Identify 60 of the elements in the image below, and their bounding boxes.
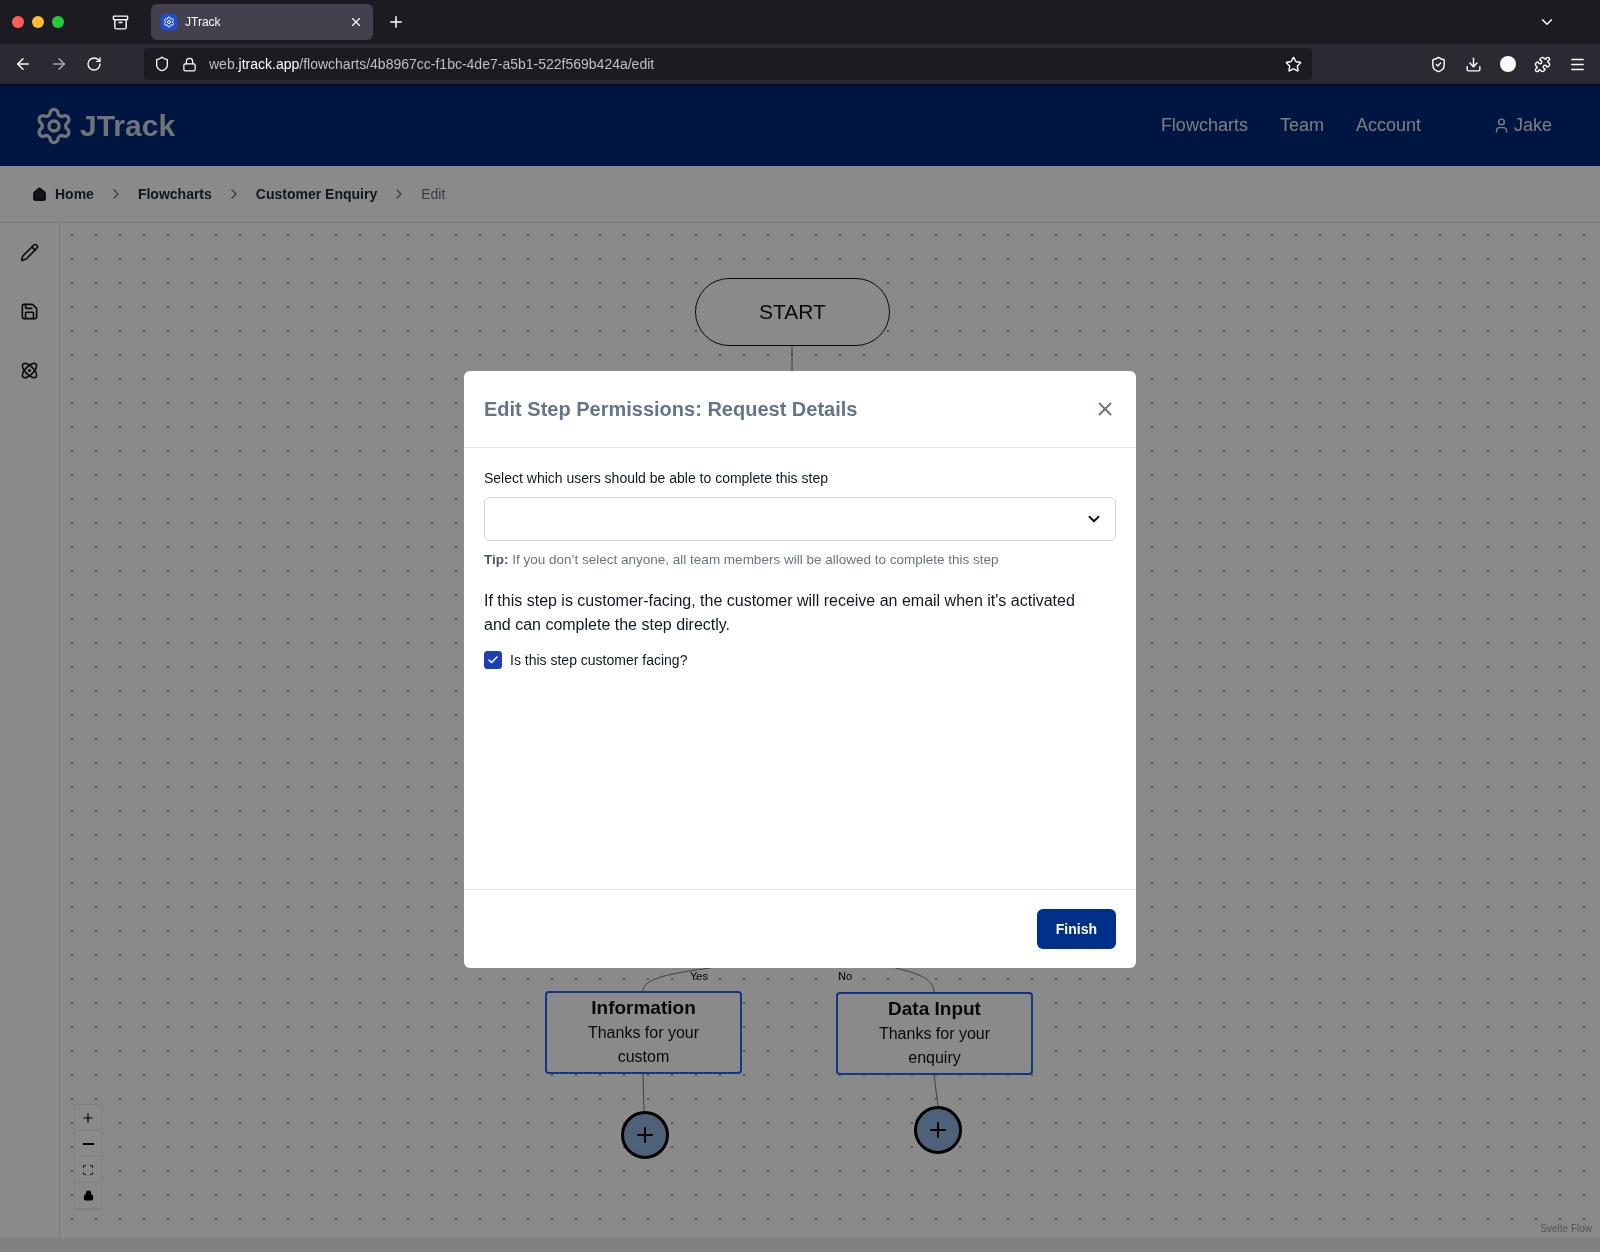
logo-text[interactable]: JTrack — [80, 108, 176, 143]
breadcrumb-link[interactable]: Home — [55, 186, 94, 202]
step-node[interactable]: Information Thanks for your custom — [545, 991, 742, 1074]
maximize-window-button[interactable] — [52, 16, 64, 28]
nav-link[interactable]: Team — [1279, 115, 1324, 136]
start-node[interactable]: START — [695, 278, 890, 346]
checkbox[interactable] — [484, 651, 502, 669]
back-icon[interactable] — [14, 55, 32, 73]
nav-link[interactable]: Flowcharts — [1160, 115, 1248, 136]
edge-label: Yes — [690, 970, 708, 982]
browser-tab[interactable]: JTrack — [151, 4, 373, 40]
check-icon — [487, 654, 499, 666]
puzzle-icon[interactable] — [1534, 55, 1551, 73]
add-step-button[interactable] — [621, 1111, 669, 1159]
tab-overview-icon[interactable] — [112, 13, 129, 31]
shield-icon — [154, 56, 170, 72]
url-text: web.jtrack.app/flowcharts/4b8967cc-f1bc-4de7-a5b1-522f569b424a/edit — [209, 56, 656, 72]
user-link[interactable]: Jake — [1492, 115, 1552, 136]
tab-title: JTrack — [185, 15, 222, 29]
field-label: Select which users should be able to complete this step — [484, 470, 829, 486]
new-tab-icon[interactable] — [387, 13, 405, 31]
plus-icon — [81, 1110, 95, 1125]
finish-button[interactable]: Finish — [1036, 909, 1116, 949]
forward-icon[interactable] — [50, 55, 68, 73]
breadcrumb-link[interactable]: Edit — [421, 186, 446, 202]
home-icon — [32, 186, 47, 202]
gear-icon — [161, 14, 177, 30]
fit-view-icon — [82, 1163, 94, 1176]
lock-icon — [82, 1190, 94, 1201]
step-text: Thanks for your custom — [586, 1023, 701, 1067]
edge-line — [933, 1074, 939, 1107]
gear-icon — [34, 105, 74, 146]
close-icon[interactable] — [349, 15, 363, 29]
download-icon[interactable] — [1465, 55, 1482, 73]
atom-icon[interactable] — [20, 361, 39, 380]
checkbox-label: Is this step customer facing? — [510, 652, 688, 668]
minus-icon — [82, 1142, 94, 1145]
lock-icon — [182, 56, 197, 72]
reload-icon[interactable] — [86, 56, 102, 72]
address-bar[interactable]: web.jtrack.app/flowcharts/4b8967cc-f1bc-4de7-a5b1-522f569b424a/edit — [144, 48, 1312, 80]
edge-line — [791, 345, 793, 374]
edge-line — [642, 1073, 645, 1112]
tip-text: Tip: If you don’t select anyone, all team members will be allowed to complete this step — [484, 552, 1000, 567]
breadcrumb-link[interactable]: Flowcharts — [137, 186, 212, 202]
save-icon[interactable] — [20, 302, 39, 321]
edge-label: No — [838, 970, 853, 982]
star-icon[interactable] — [1285, 55, 1302, 73]
breadcrumb-link[interactable]: Customer Enquiry — [255, 186, 378, 202]
nav-link[interactable]: Account — [1355, 115, 1421, 136]
info-paragraph: If this step is customer-facing, the customer will receive an email when it's activated and can complete the step directly. — [484, 591, 1076, 635]
step-title: Information — [590, 997, 697, 1019]
step-text: Thanks for your enquiry — [877, 1024, 992, 1068]
step-node[interactable]: Data Input Thanks for your enquiry — [836, 992, 1033, 1075]
close-window-button[interactable] — [12, 16, 24, 28]
step-title: Data Input — [887, 998, 982, 1020]
dialog-title: Edit Step Permissions: Request Details — [484, 397, 859, 421]
minimize-window-button[interactable] — [32, 16, 44, 28]
add-step-button[interactable] — [914, 1106, 962, 1154]
account-icon[interactable] — [1500, 56, 1516, 72]
pencil-icon[interactable] — [20, 243, 39, 262]
